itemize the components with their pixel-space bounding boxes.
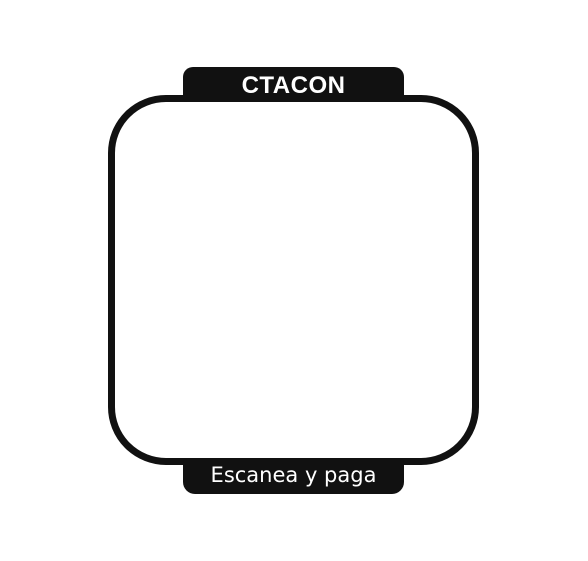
caption-tab: Escanea y paga bbox=[183, 459, 404, 494]
scan-and-pay-caption: Escanea y paga bbox=[210, 463, 377, 487]
brand-tab: CTACON bbox=[183, 67, 404, 102]
qr-frame bbox=[108, 95, 479, 465]
brand-name: CTACON bbox=[241, 71, 346, 99]
